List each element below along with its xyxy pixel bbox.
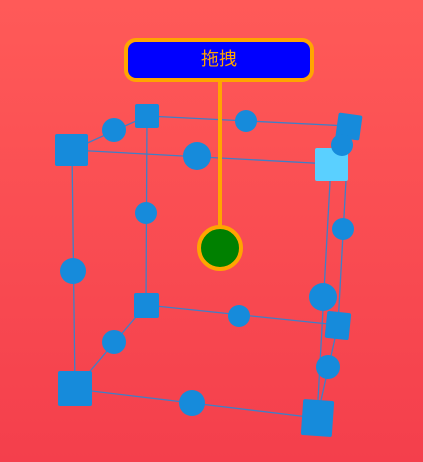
corner-handle[interactable] [55, 134, 88, 166]
edge-handle[interactable] [183, 142, 211, 170]
corner-handle[interactable] [58, 371, 92, 406]
edge-handle[interactable] [102, 118, 126, 142]
edge-handle[interactable] [228, 305, 250, 327]
viewport-3d[interactable]: 拖拽 [0, 0, 423, 462]
corner-handle[interactable] [134, 293, 159, 318]
edge-handle[interactable] [102, 330, 126, 354]
edge-handle[interactable] [235, 110, 257, 132]
edge-handle[interactable] [179, 390, 205, 416]
corner-handle[interactable] [300, 399, 335, 437]
center-drag-handle[interactable] [197, 225, 243, 271]
edge-handle[interactable] [60, 258, 86, 284]
corner-handle[interactable] [135, 104, 159, 128]
corner-handle[interactable] [324, 311, 352, 340]
edge-handle[interactable] [309, 283, 337, 311]
edge-handle[interactable] [135, 202, 157, 224]
edge-handle[interactable] [332, 218, 354, 240]
edge-handle[interactable] [316, 355, 340, 379]
drag-button[interactable]: 拖拽 [124, 38, 314, 82]
edge-handle[interactable] [331, 134, 353, 156]
